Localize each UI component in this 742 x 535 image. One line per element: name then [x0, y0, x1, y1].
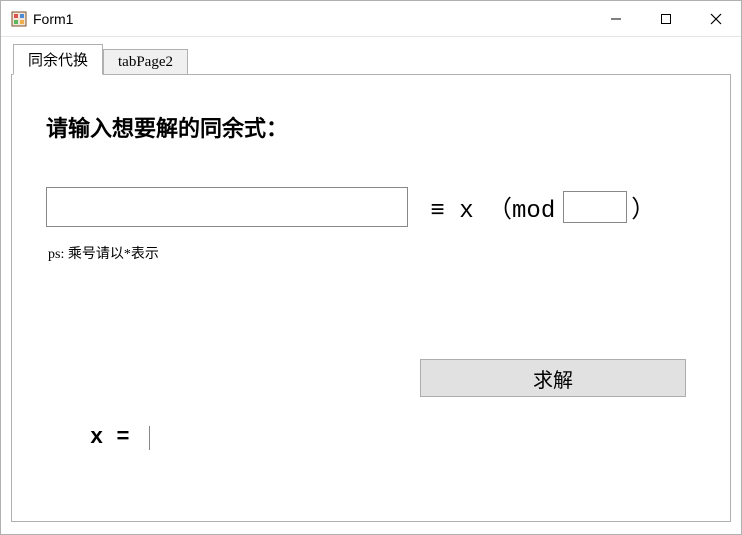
equation-row: ≡ x （mod ）: [46, 187, 696, 227]
minimize-button[interactable]: [591, 1, 641, 36]
tab-content: 请输入想要解的同余式： ≡ x （mod ） ps: 乘号请以*表示 求解 x …: [11, 74, 731, 522]
window-title: Form1: [33, 11, 591, 27]
solve-button[interactable]: 求解: [420, 359, 686, 397]
equiv-label: ≡ x （mod ）: [416, 189, 655, 225]
tab-page2[interactable]: tabPage2: [103, 49, 188, 75]
close-paren: ）: [631, 189, 655, 225]
app-window: Form1 同余代换 tabPage2 请输入想要解的同余式： ≡ x （mod: [0, 0, 742, 535]
window-controls: [591, 1, 741, 36]
solve-row: 求解: [420, 359, 686, 397]
result-value: [149, 426, 159, 450]
hint-text: ps: 乘号请以*表示: [48, 243, 696, 263]
modulus-input[interactable]: [563, 191, 627, 223]
result-row: x =: [90, 425, 159, 450]
maximize-button[interactable]: [641, 1, 691, 36]
expression-input[interactable]: [46, 187, 408, 227]
tabstrip: 同余代换 tabPage2: [13, 47, 731, 75]
tab-congruence[interactable]: 同余代换: [13, 44, 103, 75]
app-icon: [11, 11, 27, 27]
result-label: x =: [90, 425, 143, 450]
page-heading: 请输入想要解的同余式：: [46, 111, 696, 143]
titlebar: Form1: [1, 1, 741, 37]
equiv-text: ≡ x （mod: [416, 189, 555, 225]
close-button[interactable]: [691, 1, 741, 36]
client-area: 同余代换 tabPage2 请输入想要解的同余式： ≡ x （mod ） ps:…: [1, 37, 741, 532]
